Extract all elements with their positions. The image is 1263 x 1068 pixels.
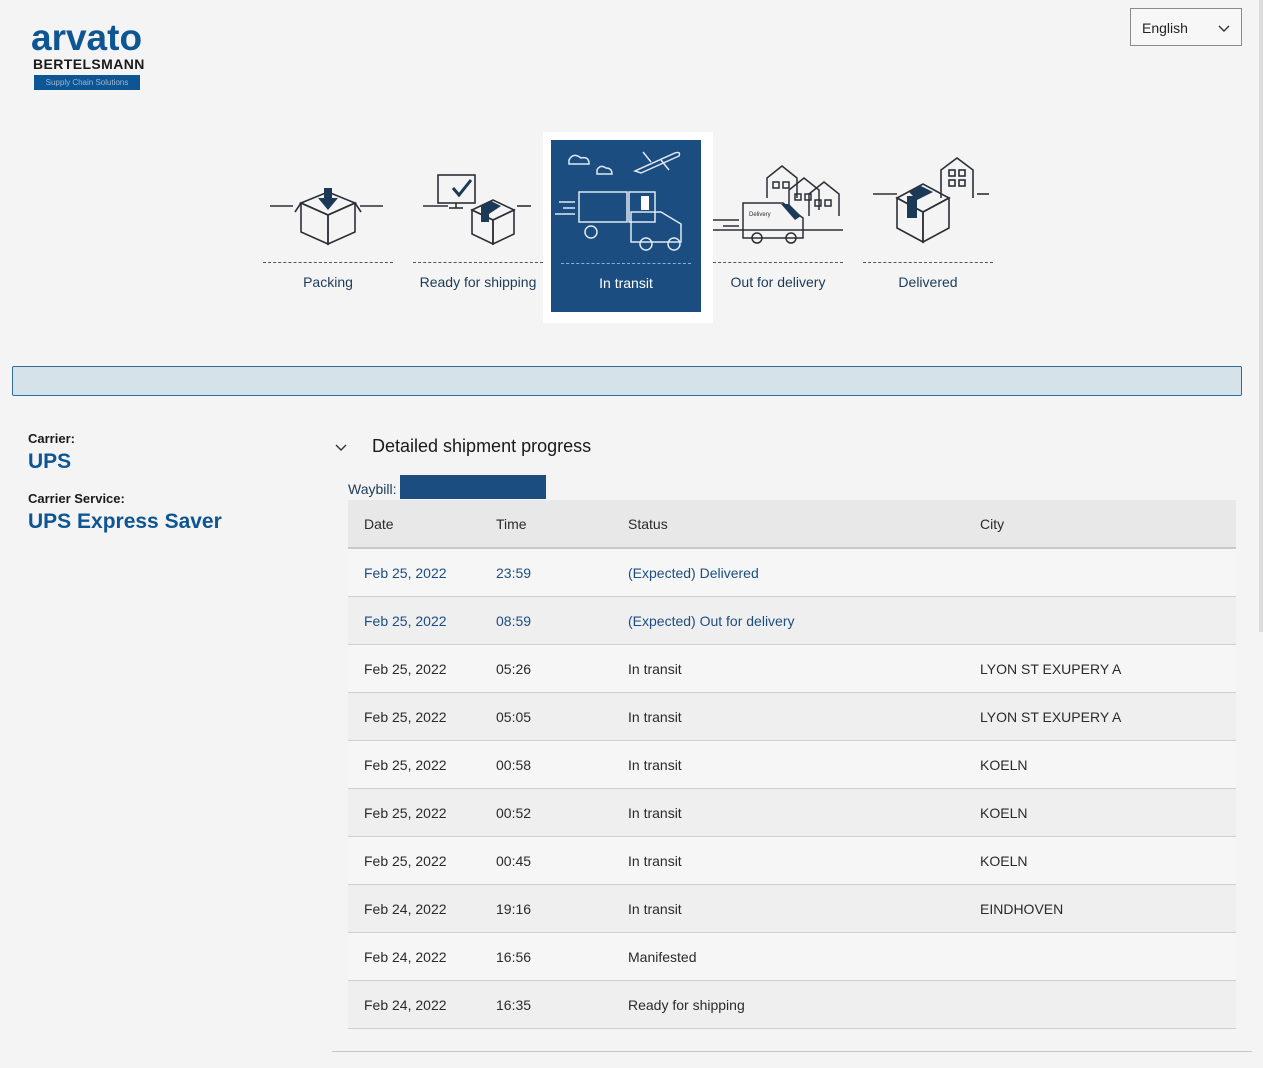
step-label: Delivered (898, 274, 958, 290)
cell-time: 00:52 (480, 788, 612, 837)
table-row: Feb 25, 2022 00:52 In transit KOELN (348, 788, 1236, 837)
step-packing: Packing (253, 140, 403, 310)
step-divider (863, 262, 993, 263)
monitor-box-icon (423, 174, 531, 246)
step-label: In transit (599, 275, 653, 291)
svg-text:Delivery: Delivery (749, 212, 771, 218)
table-header-row: Date Time Status City (348, 500, 1236, 549)
step-delivered: Delivered (853, 140, 1003, 310)
cell-date: Feb 25, 2022 (348, 836, 480, 885)
cell-date: Feb 24, 2022 (348, 980, 480, 1029)
cell-time: 05:26 (480, 644, 612, 693)
language-select-value: English (1142, 20, 1188, 36)
table-row: Feb 25, 2022 05:05 In transit LYON ST EXUPE… (348, 692, 1236, 741)
cell-status: In transit (612, 836, 964, 885)
cell-time: 00:45 (480, 836, 612, 885)
cell-status: (Expected) Delivered (612, 548, 964, 597)
tracking-table: Date Time Status City Feb 25, 2022 23:59(… (348, 500, 1236, 1029)
house-box-icon (873, 157, 989, 244)
carrier-service-label: Carrier Service: (28, 491, 125, 506)
cell-date: Feb 25, 2022 (348, 692, 480, 741)
cell-status: Manifested (612, 932, 964, 981)
status-banner (12, 366, 1242, 396)
step-divider (263, 262, 393, 263)
cell-date: Feb 25, 2022 (348, 548, 480, 597)
cell-status: Ready for shipping (612, 980, 964, 1029)
detailed-progress-toggle[interactable]: Detailed shipment progress (372, 436, 591, 457)
cell-city (964, 980, 1236, 1029)
step-label: Ready for shipping (419, 274, 537, 290)
logo-subtitle: BERTELSMANN (33, 56, 145, 72)
step-divider (561, 263, 691, 264)
cell-time: 23:59 (480, 548, 612, 597)
cell-time: 16:35 (480, 980, 612, 1029)
chevron-down-icon (1218, 25, 1230, 32)
cell-city: KOELN (964, 836, 1236, 885)
step-out-for-delivery: Delivery Out for delivery (703, 140, 853, 310)
cell-status: In transit (612, 644, 964, 693)
table-row: Feb 25, 2022 23:59 (Expected) Delivered (348, 548, 1236, 597)
cell-status: (Expected) Out for delivery (612, 596, 964, 645)
column-header-date: Date (348, 500, 480, 549)
cell-city: KOELN (964, 740, 1236, 789)
open-box-icon (270, 188, 383, 246)
cell-date: Feb 24, 2022 (348, 932, 480, 981)
cell-date: Feb 25, 2022 (348, 740, 480, 789)
active-step-panel: In transit (551, 140, 701, 312)
step-ready-for-shipping: Ready for shipping (403, 140, 553, 310)
cell-date: Feb 24, 2022 (348, 884, 480, 933)
cell-time: 19:16 (480, 884, 612, 933)
table-row: Feb 25, 2022 00:45 In transit KOELN (348, 836, 1236, 885)
cell-time: 00:58 (480, 740, 612, 789)
step-in-transit: In transit (543, 132, 713, 323)
cell-date: Feb 25, 2022 (348, 644, 480, 693)
table-row: Feb 24, 2022 16:56 Manifested (348, 932, 1236, 981)
column-header-city: City (964, 500, 1236, 549)
cell-status: In transit (612, 884, 964, 933)
scrollbar[interactable] (1259, 0, 1263, 632)
carrier-label: Carrier: (28, 431, 75, 446)
step-divider (713, 262, 843, 263)
truck-plane-icon (555, 151, 682, 251)
logo-tagline: Supply Chain Solutions (34, 75, 140, 90)
delivery-van-icon: Delivery (713, 165, 843, 244)
language-select[interactable]: English (1130, 8, 1242, 46)
logo-wordmark: arvato (31, 17, 143, 58)
step-label: Out for delivery (730, 274, 826, 290)
cell-city: LYON ST EXUPERY A (964, 644, 1236, 693)
cell-time: 05:05 (480, 692, 612, 741)
table-row: Feb 25, 2022 05:26 In transit LYON ST EXUPE… (348, 644, 1236, 693)
step-label: Packing (303, 274, 353, 290)
table-row: Feb 24, 2022 19:16 In transit EINDHOVEN (348, 884, 1236, 933)
column-header-time: Time (480, 500, 612, 549)
cell-city: KOELN (964, 788, 1236, 837)
divider (332, 1051, 1252, 1052)
cell-city: LYON ST EXUPERY A (964, 692, 1236, 741)
cell-status: In transit (612, 788, 964, 837)
cell-status: In transit (612, 692, 964, 741)
step-divider (413, 262, 543, 263)
chevron-down-icon[interactable] (334, 440, 348, 454)
waybill-number-redacted (400, 475, 546, 499)
table-row: Feb 25, 2022 00:58 In transit KOELN (348, 740, 1236, 789)
cell-time: 08:59 (480, 596, 612, 645)
cell-city: EINDHOVEN (964, 884, 1236, 933)
cell-city (964, 548, 1236, 597)
table-row: Feb 25, 2022 08:59 (Expected) Out for deli… (348, 596, 1236, 645)
cell-date: Feb 25, 2022 (348, 596, 480, 645)
table-row: Feb 24, 2022 16:35 Ready for shipping (348, 980, 1236, 1029)
cell-status: In transit (612, 740, 964, 789)
cell-city (964, 932, 1236, 981)
column-header-status: Status (612, 500, 964, 549)
cell-city (964, 596, 1236, 645)
cell-date: Feb 25, 2022 (348, 788, 480, 837)
waybill-label: Waybill: (348, 481, 397, 497)
cell-time: 16:56 (480, 932, 612, 981)
carrier-service-value: UPS Express Saver (28, 510, 222, 533)
carrier-value: UPS (28, 450, 72, 473)
